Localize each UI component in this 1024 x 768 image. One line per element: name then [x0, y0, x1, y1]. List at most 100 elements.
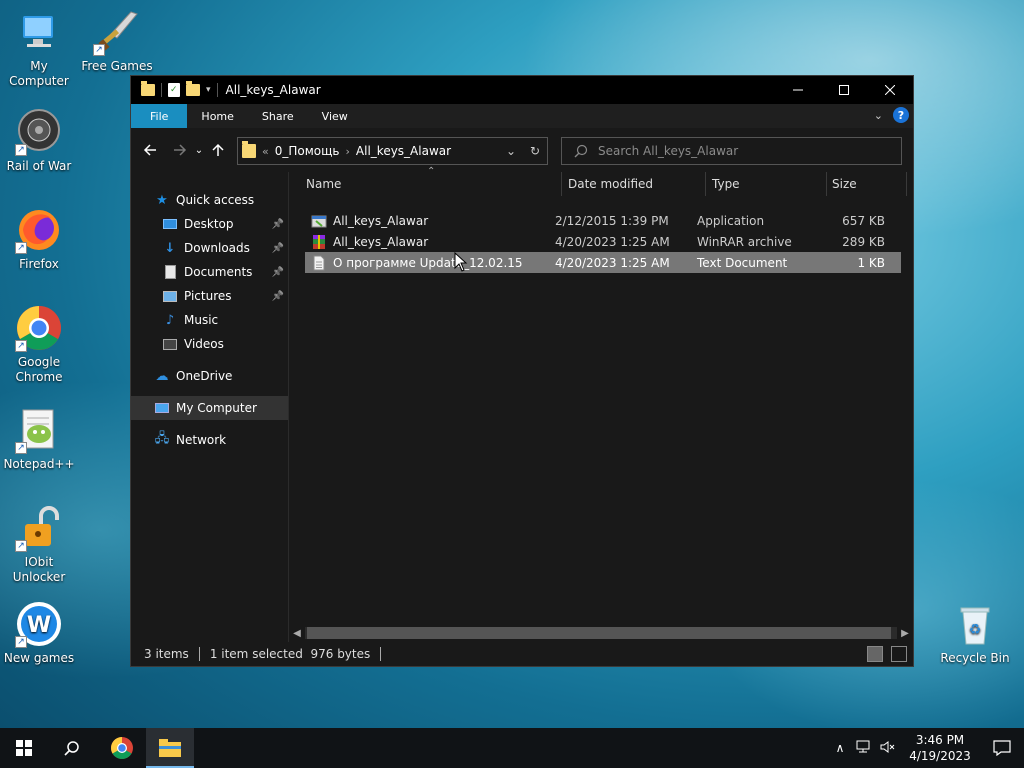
- close-button[interactable]: [867, 76, 913, 104]
- shortcut-arrow-icon: ↗: [15, 442, 27, 454]
- forward-button[interactable]: [168, 138, 192, 162]
- file-name: О программе Update_12.02.15: [333, 255, 523, 270]
- desktop-icon-recycle-bin[interactable]: ♻ Recycle Bin: [936, 600, 1014, 666]
- breadcrumb-separator-icon[interactable]: ›: [346, 145, 350, 158]
- search-button[interactable]: [48, 728, 96, 768]
- file-row[interactable]: All_keys_Alawar 2/12/2015 1:39 PM Applicat…: [305, 210, 901, 231]
- nav-item-label: OneDrive: [176, 369, 233, 383]
- taskbar-chrome-button[interactable]: [98, 728, 146, 768]
- tab-file[interactable]: File: [131, 104, 188, 128]
- file-size: 289 KB: [842, 234, 885, 249]
- shortcut-arrow-icon: ↗: [15, 242, 27, 254]
- nav-item-music[interactable]: ♪ Music: [131, 308, 288, 332]
- start-button[interactable]: [0, 728, 48, 768]
- shortcut-arrow-icon: ↗: [15, 636, 27, 648]
- scroll-right-icon[interactable]: ▶: [897, 628, 913, 639]
- up-arrow-icon: [212, 143, 224, 156]
- cloud-icon: ☁: [155, 368, 169, 384]
- address-dropdown-icon[interactable]: ⌄: [499, 144, 523, 158]
- details-view-button[interactable]: [867, 646, 883, 662]
- clock[interactable]: 3:46 PM 4/19/2023: [900, 732, 980, 764]
- nav-item-label: Quick access: [176, 193, 255, 207]
- file-row[interactable]: All_keys_Alawar 4/20/2023 1:25 AM WinRAR a…: [305, 231, 901, 252]
- recent-locations-button[interactable]: ⌄: [192, 138, 206, 162]
- nav-item-onedrive[interactable]: ☁ OneDrive: [131, 364, 288, 388]
- search-box[interactable]: [561, 137, 902, 165]
- desktop-icon-new-games[interactable]: W ↗ New games: [0, 600, 78, 666]
- network-icon[interactable]: [852, 740, 876, 757]
- file-type: Application: [697, 213, 765, 228]
- nav-item-downloads[interactable]: ↓ Downloads 📌: [131, 236, 288, 260]
- nav-item-quick-access[interactable]: ★ Quick access: [131, 188, 288, 212]
- tab-view[interactable]: View: [308, 104, 362, 128]
- nav-item-network[interactable]: 🖧 Network: [131, 428, 288, 452]
- column-header-name[interactable]: Name: [289, 172, 562, 196]
- maximize-button[interactable]: [821, 76, 867, 104]
- properties-icon[interactable]: ✓: [168, 83, 180, 97]
- desktop-icon-notepad-plus-plus[interactable]: ↗ Notepad++: [0, 406, 78, 472]
- up-button[interactable]: [206, 138, 230, 162]
- minimize-button[interactable]: [775, 76, 821, 104]
- shortcut-arrow-icon: ↗: [15, 540, 27, 552]
- download-icon: ↓: [164, 240, 176, 256]
- pin-icon[interactable]: 📌: [272, 291, 284, 302]
- desktop-icon-my-computer[interactable]: My Computer: [0, 8, 78, 89]
- desktop-icon-google-chrome[interactable]: ↗ Google Chrome: [0, 304, 78, 385]
- address-overflow[interactable]: «: [262, 145, 269, 158]
- column-header-type[interactable]: Type: [706, 172, 827, 196]
- refresh-icon[interactable]: ↻: [523, 144, 547, 158]
- customize-toolbar-icon[interactable]: ▾: [206, 85, 211, 95]
- taskbar: ∧ 3:46 PM 4/19/2023: [0, 728, 1024, 768]
- taskbar-file-explorer-button[interactable]: [146, 728, 194, 768]
- network-icon: [856, 740, 870, 752]
- nav-item-pictures[interactable]: Pictures 📌: [131, 284, 288, 308]
- clock-date: 4/19/2023: [909, 749, 971, 763]
- notification-center-button[interactable]: [980, 728, 1024, 768]
- application-icon: [311, 213, 327, 229]
- search-input[interactable]: [598, 144, 888, 158]
- sort-ascending-icon: ⌃: [427, 166, 436, 177]
- tab-share[interactable]: Share: [248, 104, 308, 128]
- new-folder-icon[interactable]: [186, 81, 200, 96]
- column-header-date-modified[interactable]: Date modified: [562, 172, 706, 196]
- firefox-icon: ↗: [15, 206, 63, 254]
- pin-icon[interactable]: 📌: [272, 267, 284, 278]
- svg-text:♻: ♻: [969, 622, 982, 638]
- column-header-size[interactable]: Size: [827, 172, 907, 196]
- search-icon: [64, 741, 79, 756]
- help-icon[interactable]: ?: [893, 107, 909, 123]
- desktop-icon-free-games[interactable]: ↗ Free Games: [78, 8, 156, 74]
- status-bar: 3 items 1 item selected 976 bytes: [131, 642, 913, 666]
- scrollbar-track[interactable]: [305, 627, 897, 639]
- show-hidden-icons-icon[interactable]: ∧: [828, 741, 852, 755]
- nav-item-my-computer[interactable]: My Computer: [131, 396, 288, 420]
- pin-icon[interactable]: 📌: [272, 243, 284, 254]
- breadcrumb-parent[interactable]: 0_Помощь: [275, 144, 340, 158]
- desktop-icon-firefox[interactable]: ↗ Firefox: [0, 206, 78, 272]
- scroll-left-icon[interactable]: ◀: [289, 628, 305, 639]
- tab-home[interactable]: Home: [187, 104, 247, 128]
- file-name-cell[interactable]: All_keys_Alawar: [305, 213, 549, 229]
- desktop-icon-iobit-unlocker[interactable]: ↗ IObit Unlocker: [0, 504, 78, 585]
- navigation-bar: ⌄ « 0_Помощь › All_keys_Alawar ⌄ ↻: [131, 128, 913, 172]
- desktop-icon-rail-of-war[interactable]: ↗ Rail of War: [0, 108, 78, 174]
- volume-muted-icon[interactable]: [876, 740, 900, 757]
- address-bar[interactable]: « 0_Помощь › All_keys_Alawar ⌄ ↻: [237, 137, 548, 165]
- large-icons-view-button[interactable]: [891, 646, 907, 662]
- nav-item-documents[interactable]: Documents 📌: [131, 260, 288, 284]
- nav-item-desktop[interactable]: Desktop 📌: [131, 212, 288, 236]
- item-count: 3 items: [144, 647, 189, 661]
- pin-icon[interactable]: 📌: [272, 219, 284, 230]
- scrollbar-thumb[interactable]: [307, 627, 891, 639]
- nav-item-videos[interactable]: Videos: [131, 332, 288, 356]
- file-row[interactable]: О программе Update_12.02.15 4/20/2023 1:2…: [305, 252, 901, 273]
- expand-ribbon-icon[interactable]: ⌄: [874, 109, 883, 122]
- file-name-cell[interactable]: All_keys_Alawar: [305, 234, 549, 250]
- horizontal-scrollbar[interactable]: ◀ ▶: [289, 626, 913, 640]
- title-bar[interactable]: ✓ ▾ All_keys_Alawar: [131, 76, 913, 104]
- breadcrumb-current[interactable]: All_keys_Alawar: [356, 144, 451, 158]
- file-size: 657 KB: [842, 213, 885, 228]
- back-button[interactable]: [138, 138, 162, 162]
- file-name-cell[interactable]: О программе Update_12.02.15: [305, 255, 549, 271]
- selection-info: 1 item selected 976 bytes: [209, 647, 371, 661]
